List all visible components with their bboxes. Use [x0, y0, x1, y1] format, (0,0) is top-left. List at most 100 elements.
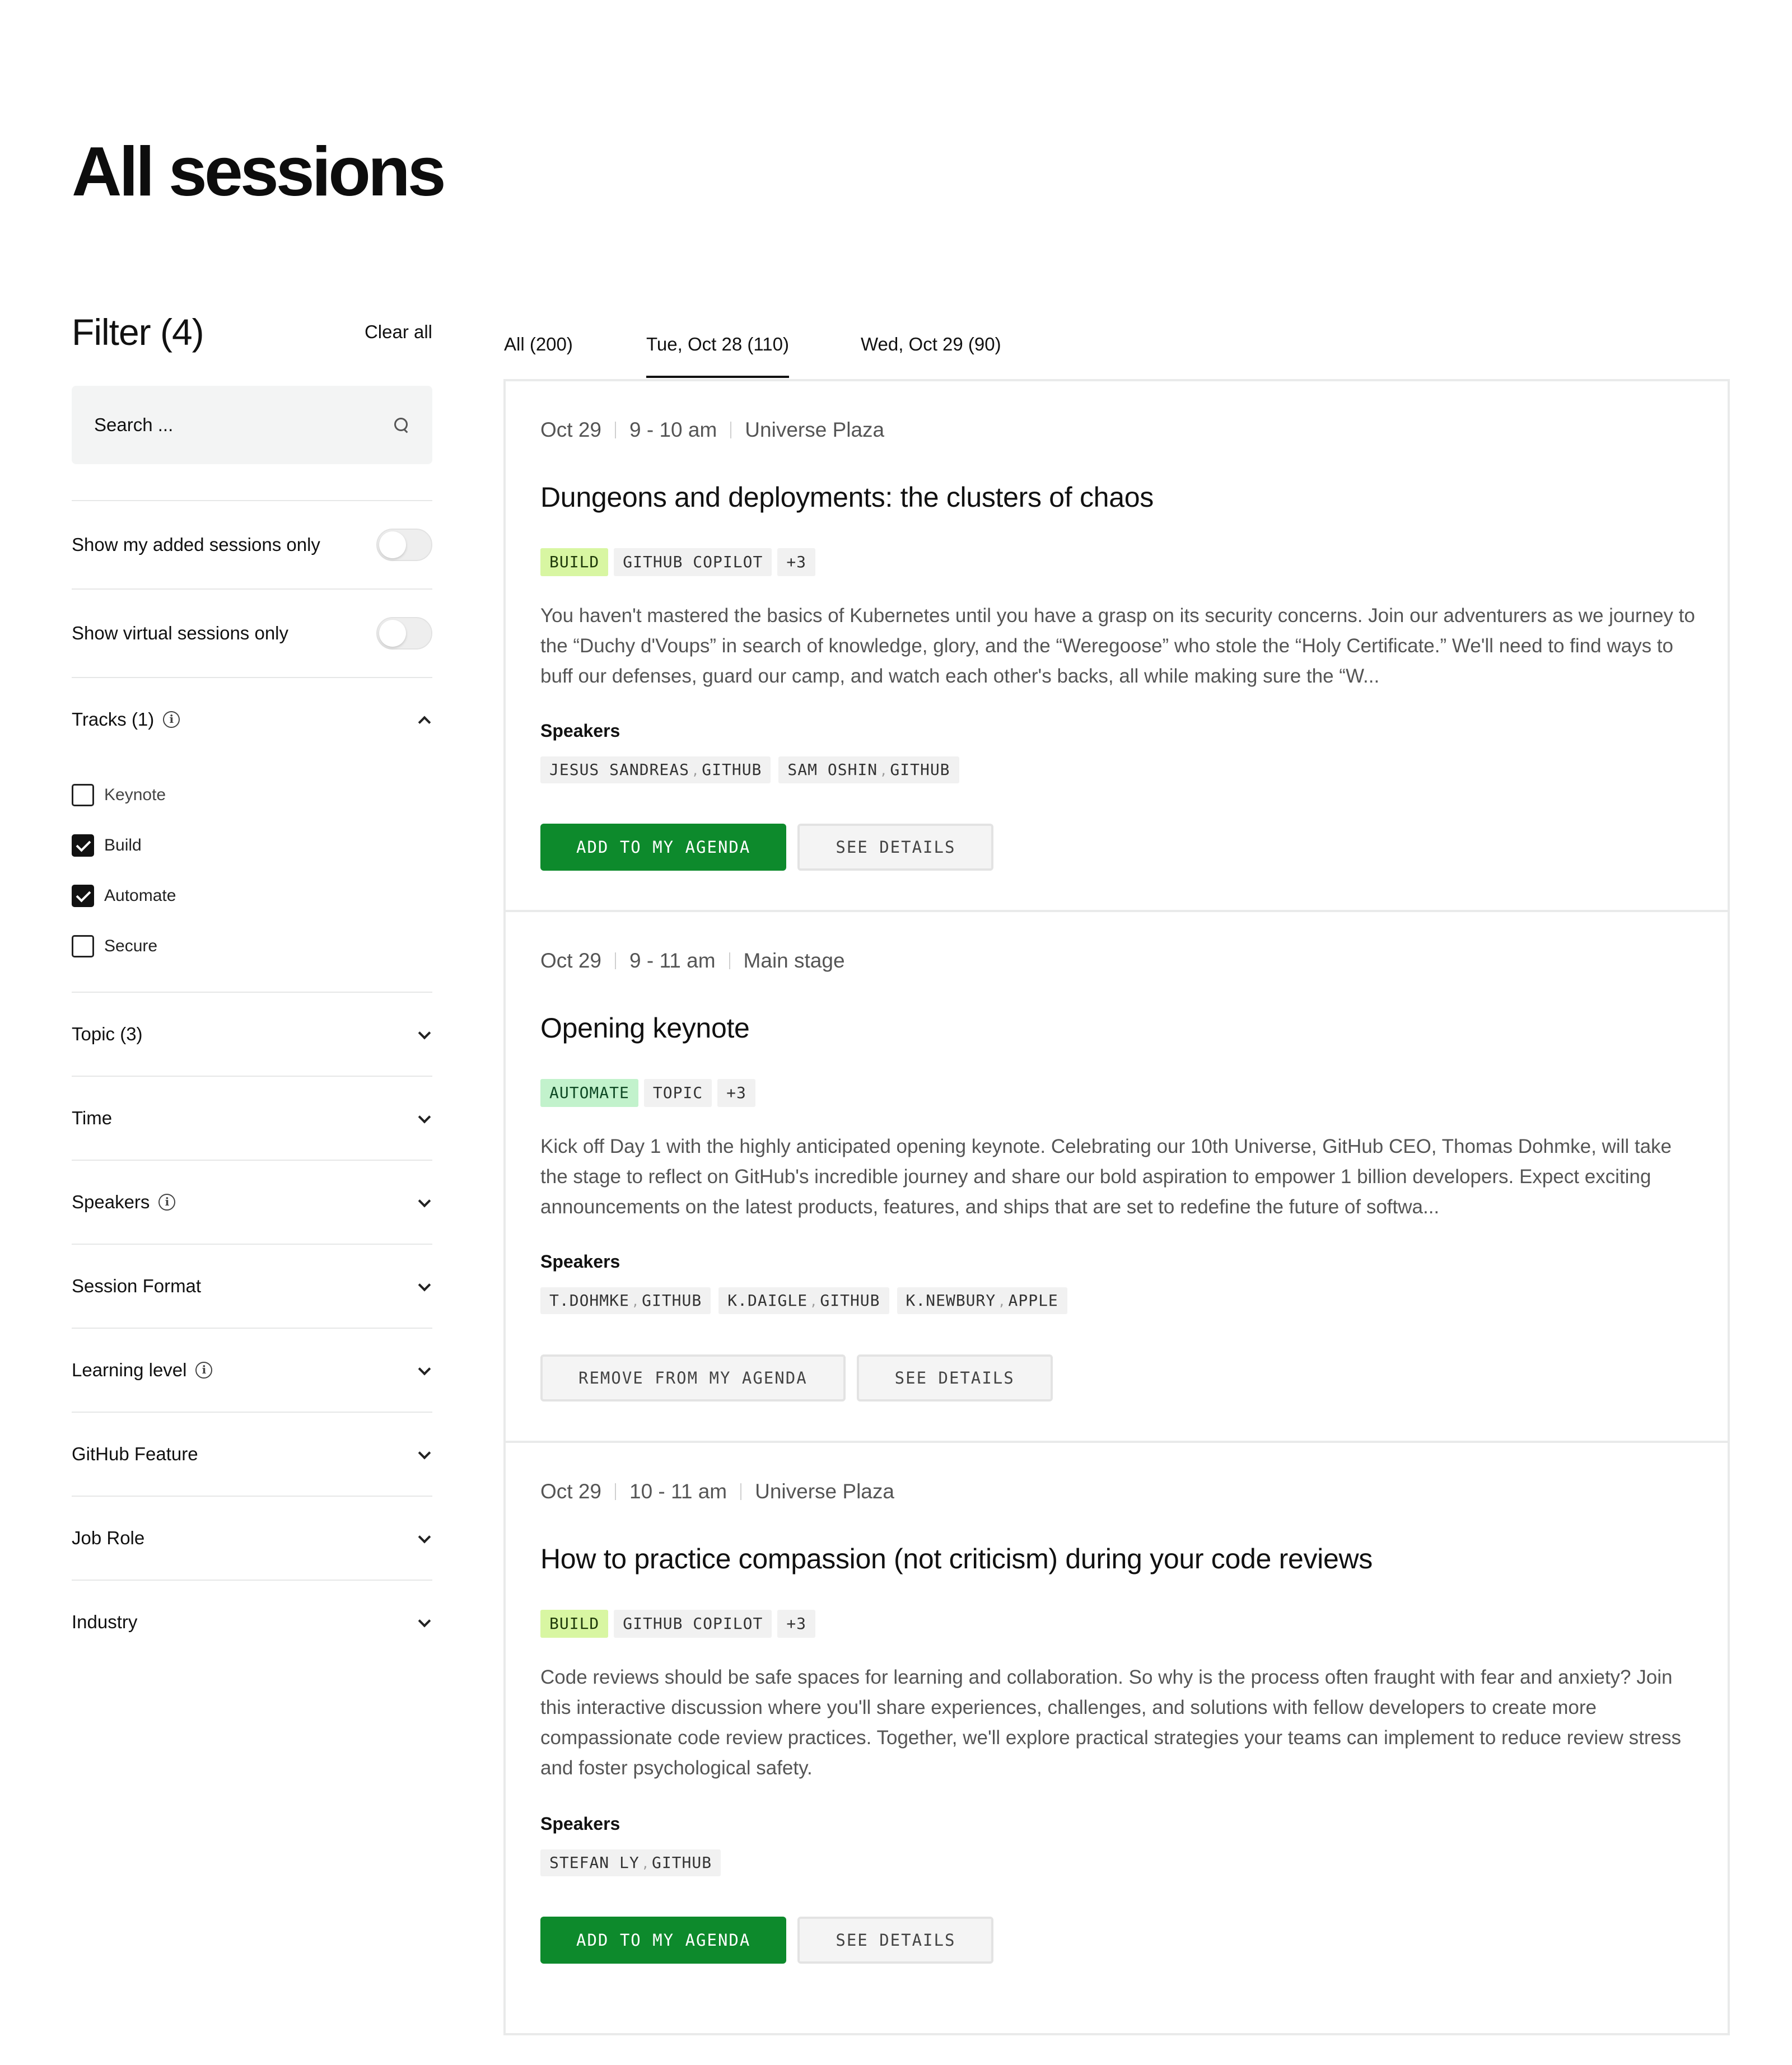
chevron-down-icon[interactable] [416, 1278, 432, 1295]
track-option-automate[interactable]: Automate [72, 871, 432, 921]
toggle-label: Show my added sessions only [72, 534, 320, 555]
tag-build: BUILD [540, 548, 609, 576]
speaker-list: JESUS SANDREAS, GITHUB SAM OSHIN, GITHUB [540, 756, 959, 783]
clear-all-link[interactable]: Clear all [365, 321, 432, 343]
checkbox[interactable] [72, 935, 94, 957]
speaker-company: GITHUB [890, 760, 950, 779]
section-label: Learning level [72, 1359, 187, 1380]
session-date: Oct 29 [540, 1480, 601, 1503]
speaker-company: GITHUB [702, 760, 762, 779]
track-option-secure[interactable]: Secure [72, 921, 432, 971]
checkbox-checked[interactable] [72, 834, 94, 857]
session-list: Oct 29 9 - 10 am Universe Plaza Dungeons… [503, 379, 1730, 2035]
see-details-button[interactable]: SEE DETAILS [856, 1354, 1053, 1401]
checkbox[interactable] [72, 784, 94, 806]
tracks-checklist: Keynote Build Automate Secure [72, 761, 432, 992]
search-placeholder: Search ... [94, 414, 174, 435]
filter-section-session-format[interactable]: Session Format [72, 1245, 432, 1328]
meta-separator [615, 1483, 616, 1500]
session-date: Oct 29 [540, 949, 601, 972]
tag-more-count[interactable]: +3 [777, 548, 816, 576]
session-actions: ADD TO MY AGENDA SEE DETAILS [540, 1917, 994, 1964]
filter-section-time[interactable]: Time [72, 1077, 432, 1160]
meta-separator [615, 952, 616, 969]
tracks-label: Tracks (1) [72, 709, 155, 730]
tag-more-count[interactable]: +3 [777, 1610, 816, 1638]
section-label: Session Format [72, 1276, 202, 1296]
toggle-label: Show virtual sessions only [72, 623, 289, 643]
filter-section-github-feature[interactable]: GitHub Feature [72, 1413, 432, 1496]
remove-from-agenda-button[interactable]: REMOVE FROM MY AGENDA [540, 1354, 846, 1401]
session-title[interactable]: How to practice compassion (not criticis… [540, 1543, 1373, 1575]
track-option-label: Keynote [104, 786, 166, 804]
filter-title: Filter (4) [72, 311, 204, 353]
added-sessions-toggle[interactable] [376, 529, 432, 561]
add-to-agenda-button[interactable]: ADD TO MY AGENDA [540, 824, 787, 871]
checkbox-checked[interactable] [72, 885, 94, 907]
speaker-chip[interactable]: K.NEWBURY, APPLE [897, 1287, 1067, 1314]
tag-more-count[interactable]: +3 [717, 1079, 755, 1107]
session-title[interactable]: Dungeons and deployments: the clusters o… [540, 481, 1154, 513]
tab-tue-oct-28[interactable]: Tue, Oct 28 (110) [646, 311, 789, 378]
add-to-agenda-button[interactable]: ADD TO MY AGENDA [540, 1917, 787, 1964]
info-icon[interactable]: i [163, 711, 180, 728]
see-details-button[interactable]: SEE DETAILS [797, 824, 994, 871]
info-icon[interactable]: i [195, 1362, 213, 1379]
chevron-down-icon[interactable] [416, 1362, 432, 1379]
track-option-keynote[interactable]: Keynote [72, 770, 432, 820]
chevron-up-icon[interactable] [416, 711, 432, 728]
session-card: Oct 29 9 - 11 am Main stage Opening keyn… [506, 912, 1728, 1443]
filter-header: Filter (4) Clear all [72, 305, 432, 359]
tab-all[interactable]: All (200) [504, 311, 646, 378]
session-actions: REMOVE FROM MY AGENDA SEE DETAILS [540, 1354, 1053, 1401]
speaker-name: K.NEWBURY [906, 1291, 996, 1310]
speaker-company: GITHUB [820, 1291, 880, 1310]
chevron-down-icon[interactable] [416, 1110, 432, 1127]
speaker-name: K.DAIGLE [727, 1291, 808, 1310]
session-title[interactable]: Opening keynote [540, 1012, 750, 1044]
tracks-section-header[interactable]: Tracks (1) i [72, 678, 432, 761]
tag-topic: TOPIC [643, 1079, 712, 1107]
session-date: Oct 29 [540, 418, 601, 441]
session-time: 10 - 11 am [629, 1480, 727, 1503]
toggle-row-virtual-sessions: Show virtual sessions only [72, 590, 432, 677]
filter-section-topic[interactable]: Topic (3) [72, 993, 432, 1076]
filter-section-industry[interactable]: Industry [72, 1581, 432, 1664]
virtual-sessions-toggle[interactable] [376, 617, 432, 650]
search-input[interactable]: Search ... [72, 386, 432, 464]
chevron-down-icon[interactable] [416, 1446, 432, 1463]
see-details-button[interactable]: SEE DETAILS [797, 1917, 994, 1964]
tab-wed-oct-29[interactable]: Wed, Oct 29 (90) [861, 311, 1001, 378]
section-label-wrap: Speakers i [72, 1192, 176, 1213]
session-card: Oct 29 10 - 11 am Universe Plaza How to … [506, 1443, 1728, 2033]
info-icon[interactable]: i [158, 1194, 176, 1211]
chevron-down-icon[interactable] [416, 1026, 432, 1043]
speaker-company: GITHUB [642, 1291, 702, 1310]
filter-section-speakers[interactable]: Speakers i [72, 1161, 432, 1244]
toggle-knob [379, 531, 406, 558]
chevron-down-icon[interactable] [416, 1530, 432, 1547]
session-description: You haven't mastered the basics of Kuber… [540, 605, 1695, 687]
search-icon[interactable] [393, 417, 410, 433]
session-time: 9 - 10 am [629, 418, 717, 441]
speaker-chip[interactable]: K.DAIGLE, GITHUB [718, 1287, 889, 1314]
speaker-name: JESUS SANDREAS [549, 760, 690, 779]
filter-section-job-role[interactable]: Job Role [72, 1497, 432, 1580]
session-description: Kick off Day 1 with the highly anticipat… [540, 1136, 1672, 1218]
chevron-down-icon[interactable] [416, 1614, 432, 1630]
speaker-chip[interactable]: T.DOHMKE, GITHUB [540, 1287, 711, 1314]
session-tags: AUTOMATE TOPIC +3 [540, 1079, 755, 1107]
toggle-row-added-sessions: Show my added sessions only [72, 501, 432, 588]
session-tags: BUILD GITHUB COPILOT +3 [540, 548, 816, 576]
speaker-list: T.DOHMKE, GITHUB K.DAIGLE, GITHUB K.NEWBUR… [540, 1287, 1067, 1314]
section-label-wrap: Tracks (1) i [72, 709, 180, 730]
speaker-chip[interactable]: STEFAN LY, GITHUB [540, 1849, 721, 1876]
speaker-chip[interactable]: SAM OSHIN, GITHUB [778, 756, 959, 783]
track-option-label: Build [104, 836, 142, 854]
session-location: Universe Plaza [745, 418, 885, 441]
track-option-build[interactable]: Build [72, 820, 432, 871]
chevron-down-icon[interactable] [416, 1194, 432, 1211]
speaker-chip[interactable]: JESUS SANDREAS, GITHUB [540, 756, 771, 783]
speaker-company: APPLE [1008, 1291, 1058, 1310]
filter-section-learning-level[interactable]: Learning level i [72, 1329, 432, 1412]
